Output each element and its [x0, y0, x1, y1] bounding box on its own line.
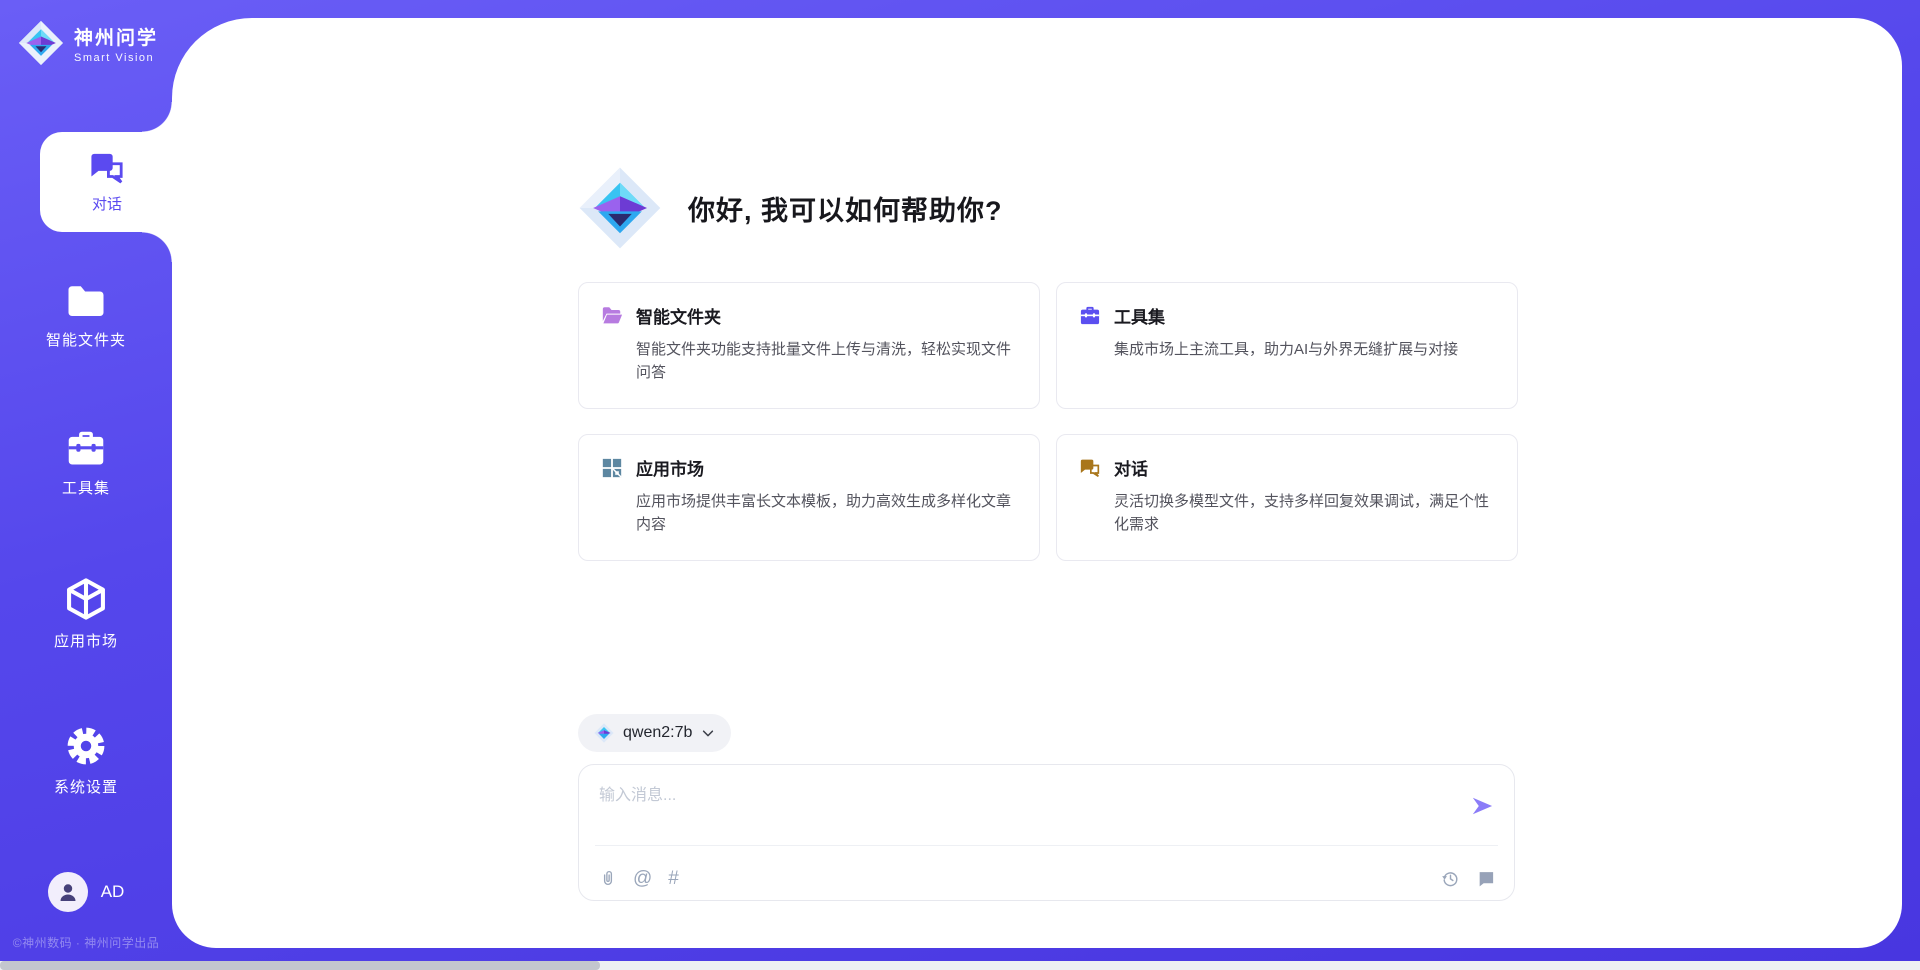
user-profile[interactable]: AD: [0, 872, 172, 912]
sidebar-item-label: 工具集: [62, 477, 110, 498]
sidebar-item-chat[interactable]: 对话: [40, 132, 174, 232]
model-name: qwen2:7b: [623, 724, 692, 742]
card-smart-folder[interactable]: 智能文件夹 智能文件夹功能支持批量文件上传与清洗，轻松实现文件问答: [578, 282, 1040, 409]
brand-name: 神州问学: [74, 23, 158, 50]
sidebar-item-label: 对话: [92, 193, 122, 214]
chat-bubbles-icon: [88, 151, 126, 185]
assistant-diamond-icon: [578, 164, 662, 252]
main-panel: 你好, 我可以如何帮助你? 智能文件夹 智能文件夹功能支持批量文件上传与清洗，轻…: [172, 18, 1902, 948]
card-description: 集成市场上主流工具，助力AI与外界无缝扩展与对接: [1114, 338, 1495, 361]
model-selector[interactable]: qwen2:7b: [578, 714, 731, 752]
composer-toolbar: @ #: [599, 868, 1496, 888]
sidebar-item-toolset[interactable]: 工具集: [0, 430, 172, 498]
username: AD: [101, 882, 125, 902]
sidebar-item-label: 智能文件夹: [46, 329, 126, 350]
card-title: 智能文件夹: [636, 303, 721, 328]
card-description: 智能文件夹功能支持批量文件上传与清洗，轻松实现文件问答: [636, 338, 1017, 385]
app-grid-icon: [601, 457, 623, 479]
card-description: 应用市场提供丰富长文本模板，助力高效生成多样化文章内容: [636, 490, 1017, 537]
card-title: 应用市场: [636, 455, 704, 480]
card-app-market[interactable]: 应用市场 应用市场提供丰富长文本模板，助力高效生成多样化文章内容: [578, 434, 1040, 561]
sidebar-item-label: 系统设置: [54, 776, 118, 797]
folder-icon: [65, 284, 107, 320]
copyright-text: ©神州数码 · 神州问学出品: [0, 934, 172, 951]
card-title: 工具集: [1114, 303, 1165, 328]
cube-icon: [65, 577, 107, 621]
paperclip-icon: [599, 868, 617, 888]
app-window: { "app": { "brand_cn": "神州问学", "brand_en…: [0, 0, 1920, 970]
sidebar-item-label: 应用市场: [54, 630, 118, 651]
composer-divider: [595, 845, 1498, 846]
brand: 神州问学 Smart Vision: [18, 20, 158, 66]
feature-cards: 智能文件夹 智能文件夹功能支持批量文件上传与清洗，轻松实现文件问答 工具集 集成…: [578, 282, 1518, 561]
history-button[interactable]: [1441, 869, 1460, 888]
chat-bubble-icon: [1476, 869, 1496, 888]
send-icon: [1470, 795, 1494, 817]
sidebar: 神州问学 Smart Vision 对话 智能文件夹 工具集: [0, 0, 172, 970]
card-description: 灵活切换多模型文件，支持多样回复效果调试，满足个性化需求: [1114, 490, 1495, 537]
brand-subtitle: Smart Vision: [74, 52, 158, 64]
card-chat[interactable]: 对话 灵活切换多模型文件，支持多样回复效果调试，满足个性化需求: [1056, 434, 1518, 561]
avatar: [48, 872, 88, 912]
toolbox-icon: [1079, 306, 1101, 326]
message-input[interactable]: [597, 779, 1431, 841]
send-button[interactable]: [1466, 791, 1498, 824]
chevron-down-icon: [701, 726, 715, 740]
tab-fillet-top: [142, 102, 172, 132]
person-icon: [56, 880, 80, 904]
feedback-button[interactable]: [1476, 869, 1496, 888]
briefcase-icon: [65, 430, 107, 468]
card-toolset[interactable]: 工具集 集成市场上主流工具，助力AI与外界无缝扩展与对接: [1056, 282, 1518, 409]
history-icon: [1441, 869, 1460, 888]
folder-open-icon: [601, 306, 623, 325]
scrollbar-thumb[interactable]: [0, 961, 600, 970]
gear-icon: [65, 725, 107, 767]
sidebar-item-smart-folder[interactable]: 智能文件夹: [0, 284, 172, 350]
model-diamond-icon: [594, 723, 614, 743]
greeting: 你好, 我可以如何帮助你?: [578, 164, 1518, 252]
horizontal-scrollbar: [0, 961, 1920, 970]
message-composer: @ #: [578, 764, 1515, 901]
sidebar-item-settings[interactable]: 系统设置: [0, 725, 172, 797]
attachment-button[interactable]: [599, 868, 617, 888]
greeting-title: 你好, 我可以如何帮助你?: [688, 189, 1003, 228]
hashtag-icon[interactable]: #: [668, 869, 679, 888]
sidebar-item-app-market[interactable]: 应用市场: [0, 577, 172, 651]
chat-bubbles-icon: [1079, 458, 1101, 478]
main-content: 你好, 我可以如何帮助你? 智能文件夹 智能文件夹功能支持批量文件上传与清洗，轻…: [578, 18, 1518, 901]
tab-fillet-bottom: [142, 232, 172, 262]
brand-diamond-icon: [18, 20, 64, 66]
card-title: 对话: [1114, 455, 1148, 480]
mention-icon[interactable]: @: [633, 869, 652, 888]
